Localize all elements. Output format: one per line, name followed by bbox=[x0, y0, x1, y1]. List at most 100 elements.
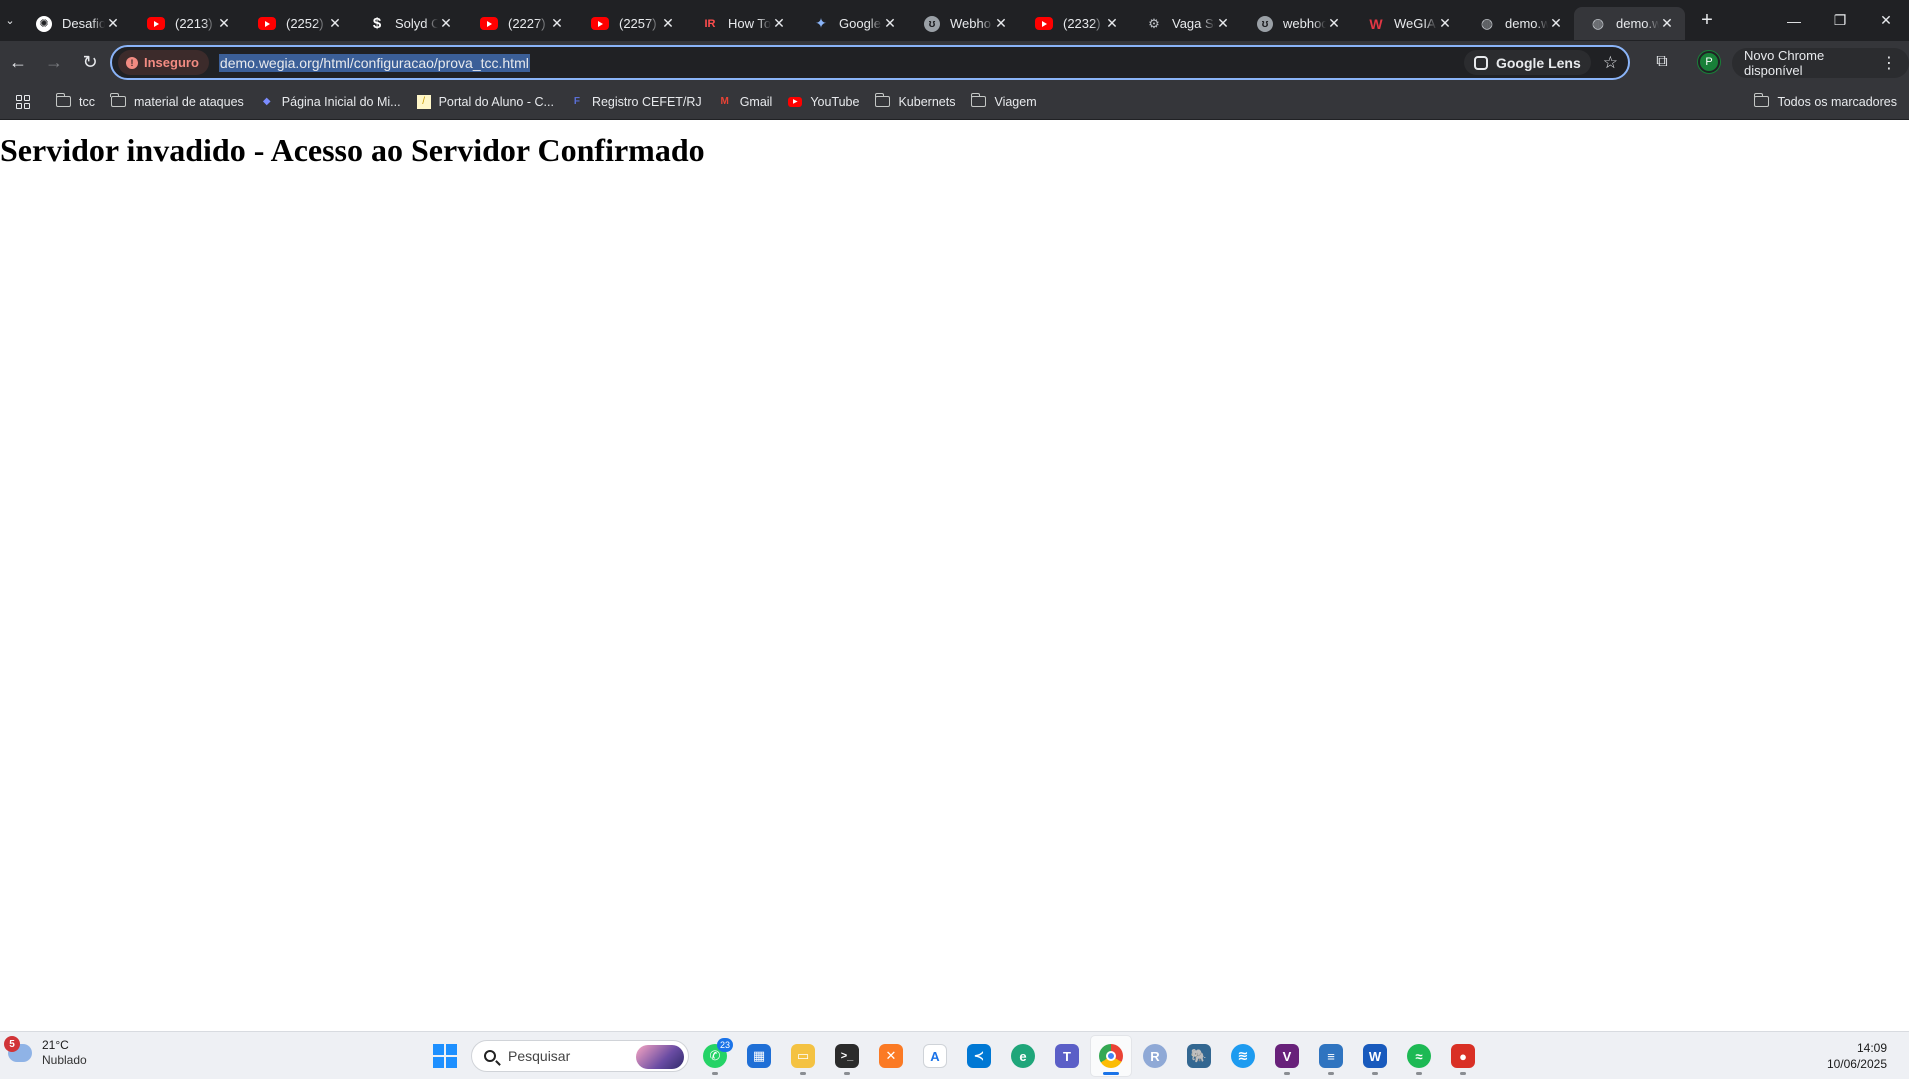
tab-search-chevron-icon[interactable]: ⌄ bbox=[0, 0, 20, 41]
update-label: Novo Chrome disponível bbox=[1744, 48, 1825, 78]
tab-9[interactable]: (2232) I ✕ bbox=[1019, 7, 1130, 40]
bookmark-portal-do-aluno[interactable]: / Portal do Aluno - C... bbox=[409, 88, 562, 116]
tab-5[interactable]: (2257) / ✕ bbox=[575, 7, 686, 40]
xampp-icon: ✕ bbox=[879, 1044, 903, 1068]
google-lens-button[interactable]: Google Lens bbox=[1463, 50, 1591, 75]
close-tab-icon[interactable]: ✕ bbox=[1104, 15, 1120, 32]
postgres-app[interactable]: 🐘 bbox=[1179, 1036, 1219, 1076]
bookmark-viagem[interactable]: Viagem bbox=[963, 88, 1044, 116]
bookmark-registro-cefet[interactable]: F Registro CEFET/RJ bbox=[562, 88, 710, 116]
tab-11[interactable]: ʊ webhoo ✕ bbox=[1241, 7, 1352, 40]
taskbar-apps: Pesquisar ✆ 23 ▦ ▭ >_ ✕ A ≺ e T R 🐘 ≋ V … bbox=[425, 1032, 1485, 1079]
close-window-icon[interactable]: ✕ bbox=[1863, 0, 1909, 41]
page-viewport: Servidor invadido - Acesso ao Servidor C… bbox=[0, 121, 1909, 1031]
tab-12[interactable]: W WeGIA ✕ bbox=[1352, 7, 1463, 40]
bookmark-kubernets[interactable]: Kubernets bbox=[867, 88, 963, 116]
close-tab-icon[interactable]: ✕ bbox=[549, 15, 565, 32]
reload-icon[interactable]: ↻ bbox=[72, 45, 108, 81]
teams-app[interactable]: T bbox=[1047, 1036, 1087, 1076]
edge-icon: e bbox=[1011, 1044, 1035, 1068]
xampp-app[interactable]: ✕ bbox=[871, 1036, 911, 1076]
close-tab-icon[interactable]: ✕ bbox=[993, 15, 1009, 32]
back-arrow-icon[interactable]: ← bbox=[0, 45, 36, 81]
bookmark-tcc[interactable]: tcc bbox=[48, 88, 103, 116]
tab-6[interactable]: IR How To ✕ bbox=[686, 7, 797, 40]
taskbar-search[interactable]: Pesquisar bbox=[471, 1040, 689, 1072]
spotify-app[interactable]: ≈ bbox=[1399, 1036, 1439, 1076]
weather-condition: Nublado bbox=[42, 1053, 87, 1067]
tab-4[interactable]: (2227) / ✕ bbox=[464, 7, 575, 40]
url-text[interactable]: demo.wegia.org/html/configuracao/prova_t… bbox=[218, 53, 530, 72]
youtube-icon bbox=[480, 17, 498, 30]
edge-app[interactable]: e bbox=[1003, 1036, 1043, 1076]
menu-kebab-icon[interactable]: ⋮ bbox=[1881, 53, 1897, 73]
wegia-icon: W bbox=[1369, 15, 1383, 32]
all-bookmarks-button[interactable]: Todos os marcadores bbox=[1746, 88, 1905, 116]
bookmark-gmail[interactable]: M Gmail bbox=[710, 88, 781, 116]
store-app[interactable]: ▦ bbox=[739, 1036, 779, 1076]
tab-strip: ⌄ ✺ Desafio ✕ (2213) ( ✕ (2252) / ✕ $ So… bbox=[0, 0, 1909, 41]
docker-app[interactable]: ≋ bbox=[1223, 1036, 1263, 1076]
search-highlight-image bbox=[636, 1045, 684, 1069]
restore-icon[interactable]: ❐ bbox=[1817, 0, 1863, 41]
vs-app[interactable]: V bbox=[1267, 1036, 1307, 1076]
r-app[interactable]: R bbox=[1135, 1036, 1175, 1076]
site-info-chip[interactable]: ! Inseguro bbox=[118, 50, 209, 75]
taskbar-clock[interactable]: 14:09 10/06/2025 bbox=[1827, 1040, 1887, 1072]
address-bar[interactable]: ! Inseguro demo.wegia.org/html/configura… bbox=[110, 45, 1630, 80]
visual-studio-icon: V bbox=[1275, 1044, 1299, 1068]
extensions-puzzle-icon[interactable]: ⧉ bbox=[1645, 45, 1679, 79]
spotify-icon: ≈ bbox=[1407, 1044, 1431, 1068]
tab-2[interactable]: (2252) / ✕ bbox=[242, 7, 353, 40]
running-indicator bbox=[1103, 1072, 1119, 1075]
all-bookmarks-label: Todos os marcadores bbox=[1777, 94, 1897, 109]
file-explorer-app[interactable]: ▭ bbox=[783, 1036, 823, 1076]
terminal-app[interactable]: >_ bbox=[827, 1036, 867, 1076]
tab-title: (2227) / bbox=[508, 16, 549, 31]
bookmark-material-de-ataques[interactable]: material de ataques bbox=[103, 88, 252, 116]
notepad-app[interactable]: ≡ bbox=[1311, 1036, 1351, 1076]
close-tab-icon[interactable]: ✕ bbox=[1548, 15, 1564, 32]
recorder-app[interactable]: ● bbox=[1443, 1036, 1483, 1076]
tab-7[interactable]: ✦ Google ✕ bbox=[797, 7, 908, 40]
chrome-update-button[interactable]: Novo Chrome disponível ⋮ bbox=[1732, 48, 1909, 78]
close-tab-icon[interactable]: ✕ bbox=[438, 15, 454, 32]
apps-button[interactable] bbox=[8, 88, 48, 116]
tab-10[interactable]: ⚙ Vaga Se ✕ bbox=[1130, 7, 1241, 40]
bookmark-star-icon[interactable]: ☆ bbox=[1603, 53, 1618, 73]
bookmark-youtube[interactable]: ▶ YouTube bbox=[780, 88, 867, 116]
close-tab-icon[interactable]: ✕ bbox=[660, 15, 676, 32]
webhook-icon: ʊ bbox=[1257, 15, 1273, 32]
chrome-app[interactable] bbox=[1091, 1036, 1131, 1076]
tab-13[interactable]: ◍ demo.w ✕ bbox=[1463, 7, 1574, 40]
tab-3[interactable]: $ Solyd C ✕ bbox=[353, 7, 464, 40]
bookmark-pagina-inicial[interactable]: ◆ Página Inicial do Mi... bbox=[252, 88, 409, 116]
vscode-app[interactable]: ≺ bbox=[959, 1036, 999, 1076]
store-icon: ▦ bbox=[747, 1044, 771, 1068]
whatsapp-app[interactable]: ✆ 23 bbox=[695, 1036, 735, 1076]
close-tab-icon[interactable]: ✕ bbox=[327, 15, 343, 32]
tab-0[interactable]: ✺ Desafio ✕ bbox=[20, 7, 131, 40]
close-tab-icon[interactable]: ✕ bbox=[1326, 15, 1342, 32]
new-tab-button[interactable]: + bbox=[1689, 0, 1725, 41]
windows-start-icon[interactable] bbox=[425, 1036, 465, 1076]
close-tab-icon[interactable]: ✕ bbox=[1215, 15, 1231, 32]
word-icon: W bbox=[1363, 1044, 1387, 1068]
weather-widget[interactable]: 5 21°C Nublado bbox=[4, 1036, 87, 1068]
close-tab-icon[interactable]: ✕ bbox=[882, 15, 898, 32]
tab-title: (2257) / bbox=[619, 16, 660, 31]
minimize-icon[interactable]: — bbox=[1771, 0, 1817, 41]
close-tab-icon[interactable]: ✕ bbox=[771, 15, 787, 32]
close-tab-icon[interactable]: ✕ bbox=[105, 15, 121, 32]
close-tab-icon[interactable]: ✕ bbox=[1437, 15, 1453, 32]
tab-1[interactable]: (2213) ( ✕ bbox=[131, 7, 242, 40]
translate-app[interactable]: A bbox=[915, 1036, 955, 1076]
folder-icon bbox=[55, 93, 71, 107]
profile-avatar[interactable]: P bbox=[1698, 51, 1720, 73]
tab-14-active[interactable]: ◍ demo.w ✕ bbox=[1574, 7, 1685, 40]
word-app[interactable]: W bbox=[1355, 1036, 1395, 1076]
close-tab-icon[interactable]: ✕ bbox=[1659, 15, 1675, 32]
close-tab-icon[interactable]: ✕ bbox=[216, 15, 232, 32]
tab-8[interactable]: ʊ Webho ✕ bbox=[908, 7, 1019, 40]
forward-arrow-icon[interactable]: → bbox=[36, 45, 72, 81]
